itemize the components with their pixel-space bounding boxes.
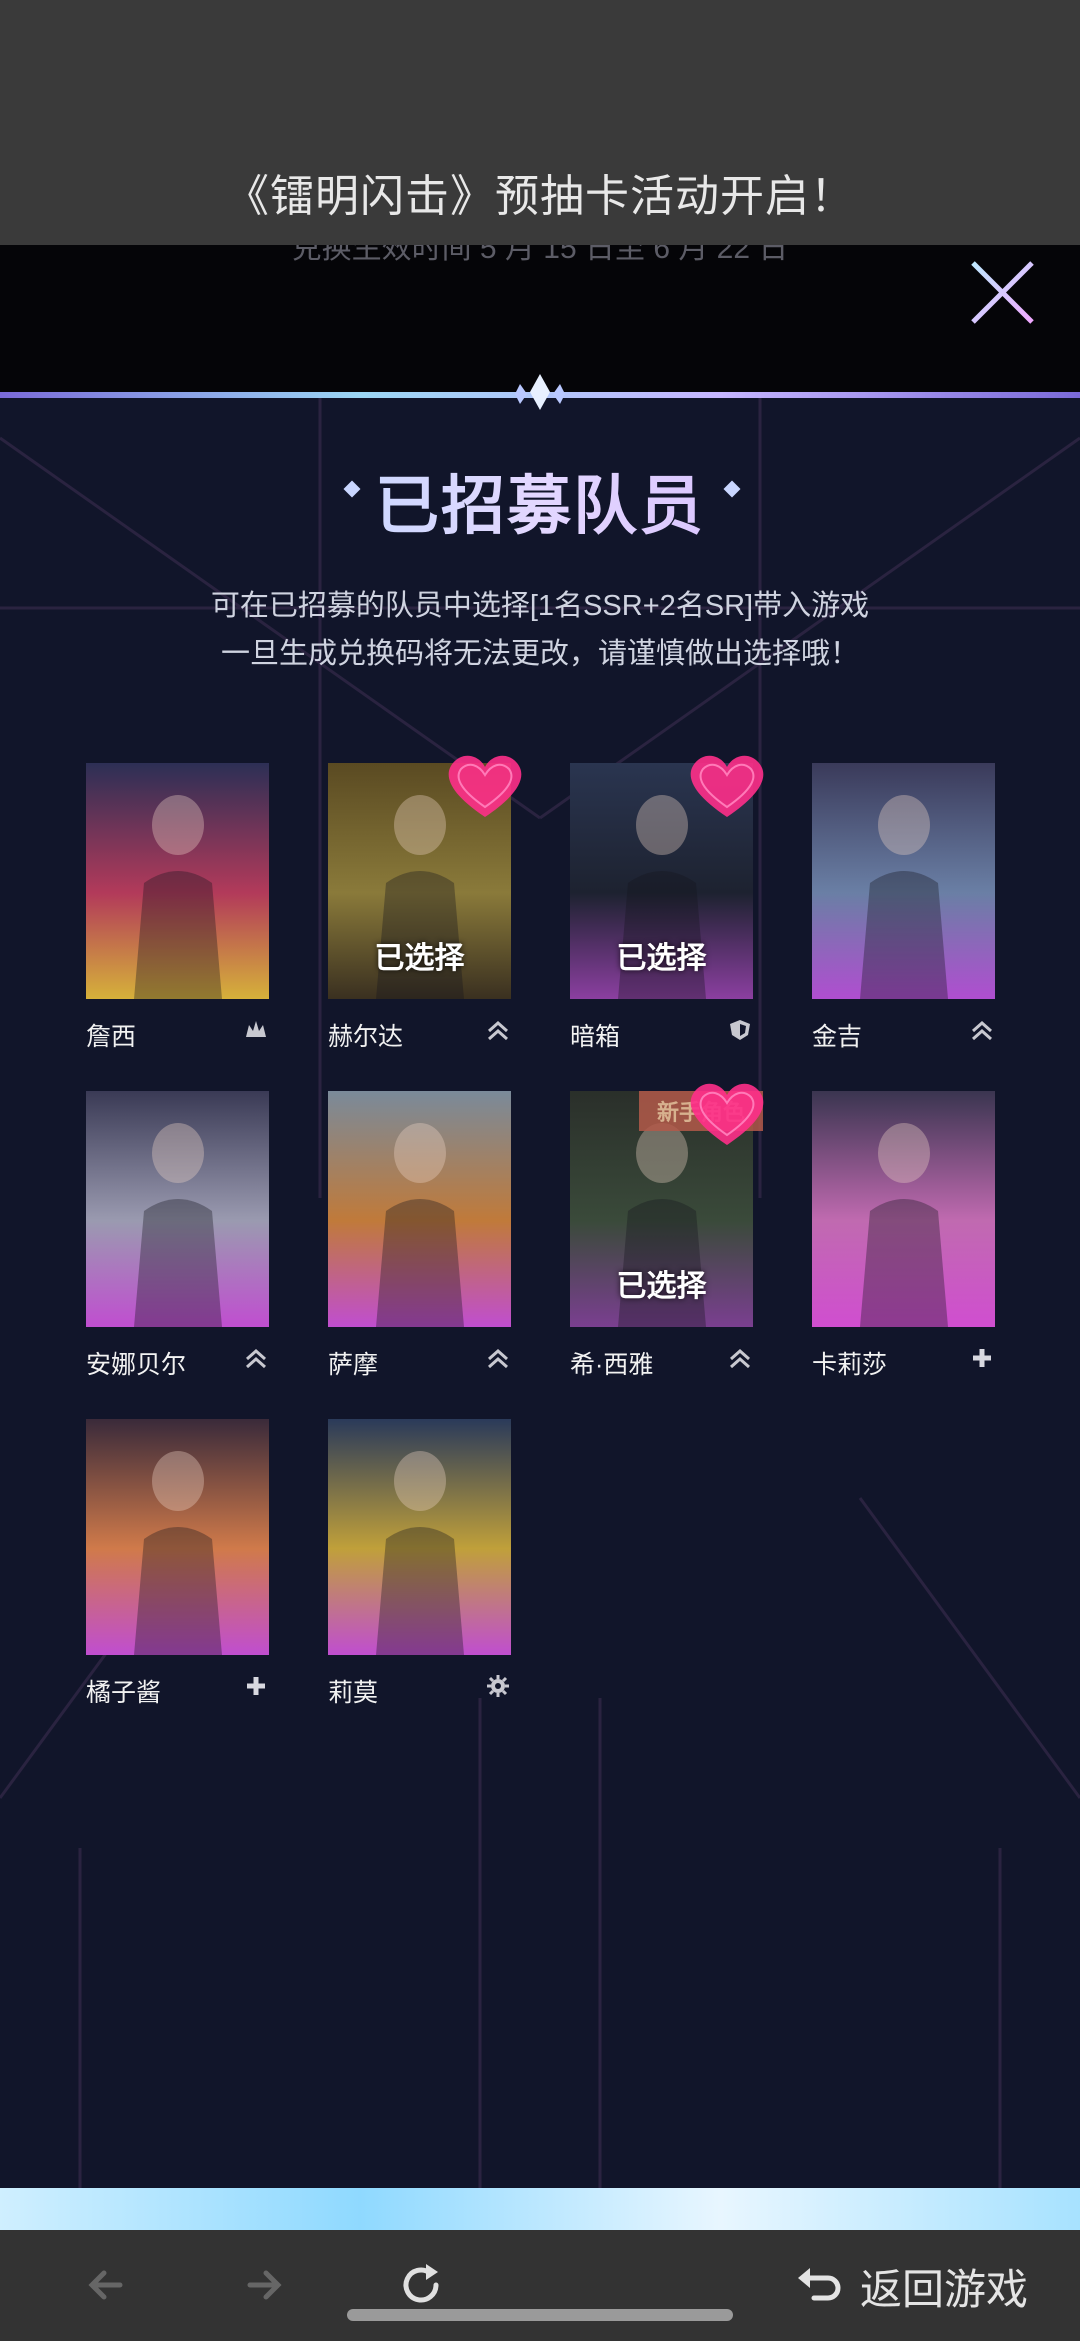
shield-icon — [730, 1020, 750, 1040]
character-card[interactable]: 橘子酱 — [86, 1419, 269, 1709]
character-name: 赫尔达 — [328, 1023, 404, 1051]
back-arrow-icon[interactable] — [80, 2256, 138, 2314]
crystal-ornament-icon — [515, 374, 565, 410]
character-name: 橘子酱 — [86, 1679, 162, 1707]
character-card[interactable]: 卡莉莎 — [812, 1091, 995, 1381]
character-name: 安娜贝尔 — [86, 1351, 187, 1379]
heart-icon — [690, 1083, 764, 1145]
selected-label: 已选择 — [374, 942, 465, 975]
character-portrait — [328, 1419, 511, 1655]
character-portrait — [86, 1419, 269, 1655]
plus-icon — [973, 1349, 991, 1367]
character-card[interactable]: 萨摩 — [328, 1091, 511, 1381]
chevron-up-icon — [488, 1348, 508, 1369]
instruction-line-2: 一旦生成兑换码将无法更改，请谨慎做出选择哦！ — [220, 638, 859, 670]
return-to-game-label: 返回游戏 — [859, 2265, 1028, 2313]
character-name: 金吉 — [812, 1023, 863, 1051]
panel-bottom-border — [0, 2188, 1080, 2230]
character-name: 卡莉莎 — [812, 1351, 888, 1379]
character-portrait — [86, 1091, 269, 1327]
refresh-icon[interactable] — [392, 2256, 450, 2314]
crown-icon — [246, 1021, 266, 1037]
selection-instructions: 可在已招募的队员中选择[1名SSR+2名SR]带入游戏 一旦生成兑换码将无法更改… — [0, 582, 1080, 678]
character-card[interactable]: 金吉 — [812, 763, 995, 1053]
return-arrow-icon — [797, 2268, 841, 2301]
exchange-period-text: 兑换生效时间 5 月 15 日至 6 月 22 日 — [291, 245, 789, 265]
close-icon — [971, 261, 1034, 324]
home-indicator[interactable] — [347, 2309, 733, 2321]
character-portrait — [812, 1091, 995, 1327]
character-name: 萨摩 — [328, 1351, 379, 1379]
chevron-up-icon — [246, 1348, 266, 1369]
character-name: 希·西雅 — [570, 1351, 654, 1379]
selected-label: 已选择 — [616, 942, 707, 975]
character-card[interactable]: 安娜贝尔 — [86, 1091, 269, 1381]
section-title: 已招募队员 — [0, 455, 1080, 547]
chevron-up-icon — [972, 1020, 992, 1041]
heart-icon — [690, 755, 764, 817]
character-name: 詹西 — [86, 1023, 137, 1051]
gear-icon — [487, 1675, 509, 1697]
instruction-line-1: 可在已招募的队员中选择[1名SSR+2名SR]带入游戏 — [210, 590, 870, 622]
chevron-up-icon — [730, 1348, 750, 1369]
selected-label: 已选择 — [616, 1270, 707, 1303]
chevron-up-icon — [488, 1020, 508, 1041]
heart-icon — [448, 755, 522, 817]
character-portrait — [328, 1091, 511, 1327]
character-portrait — [86, 763, 269, 999]
forward-arrow-icon[interactable] — [232, 2256, 290, 2314]
character-card[interactable]: 已选择赫尔达 — [328, 755, 522, 1053]
close-button[interactable] — [965, 255, 1040, 330]
character-card[interactable]: 詹西 — [86, 763, 269, 1053]
character-card[interactable]: 已选择新手角色希·西雅 — [570, 1083, 764, 1381]
page-title: 《镭明闪击》预抽卡活动开启！ — [225, 172, 855, 221]
plus-icon — [247, 1677, 265, 1695]
character-card[interactable]: 已选择暗箱 — [570, 755, 764, 1053]
character-name: 暗箱 — [570, 1023, 621, 1051]
character-card[interactable]: 莉莫 — [328, 1419, 511, 1709]
character-portrait — [812, 763, 995, 999]
return-to-game-button[interactable]: 返回游戏 — [794, 2256, 1028, 2316]
browser-header: 《镭明闪击》预抽卡活动开启！ — [0, 0, 1080, 245]
character-name: 莉莫 — [328, 1679, 379, 1707]
